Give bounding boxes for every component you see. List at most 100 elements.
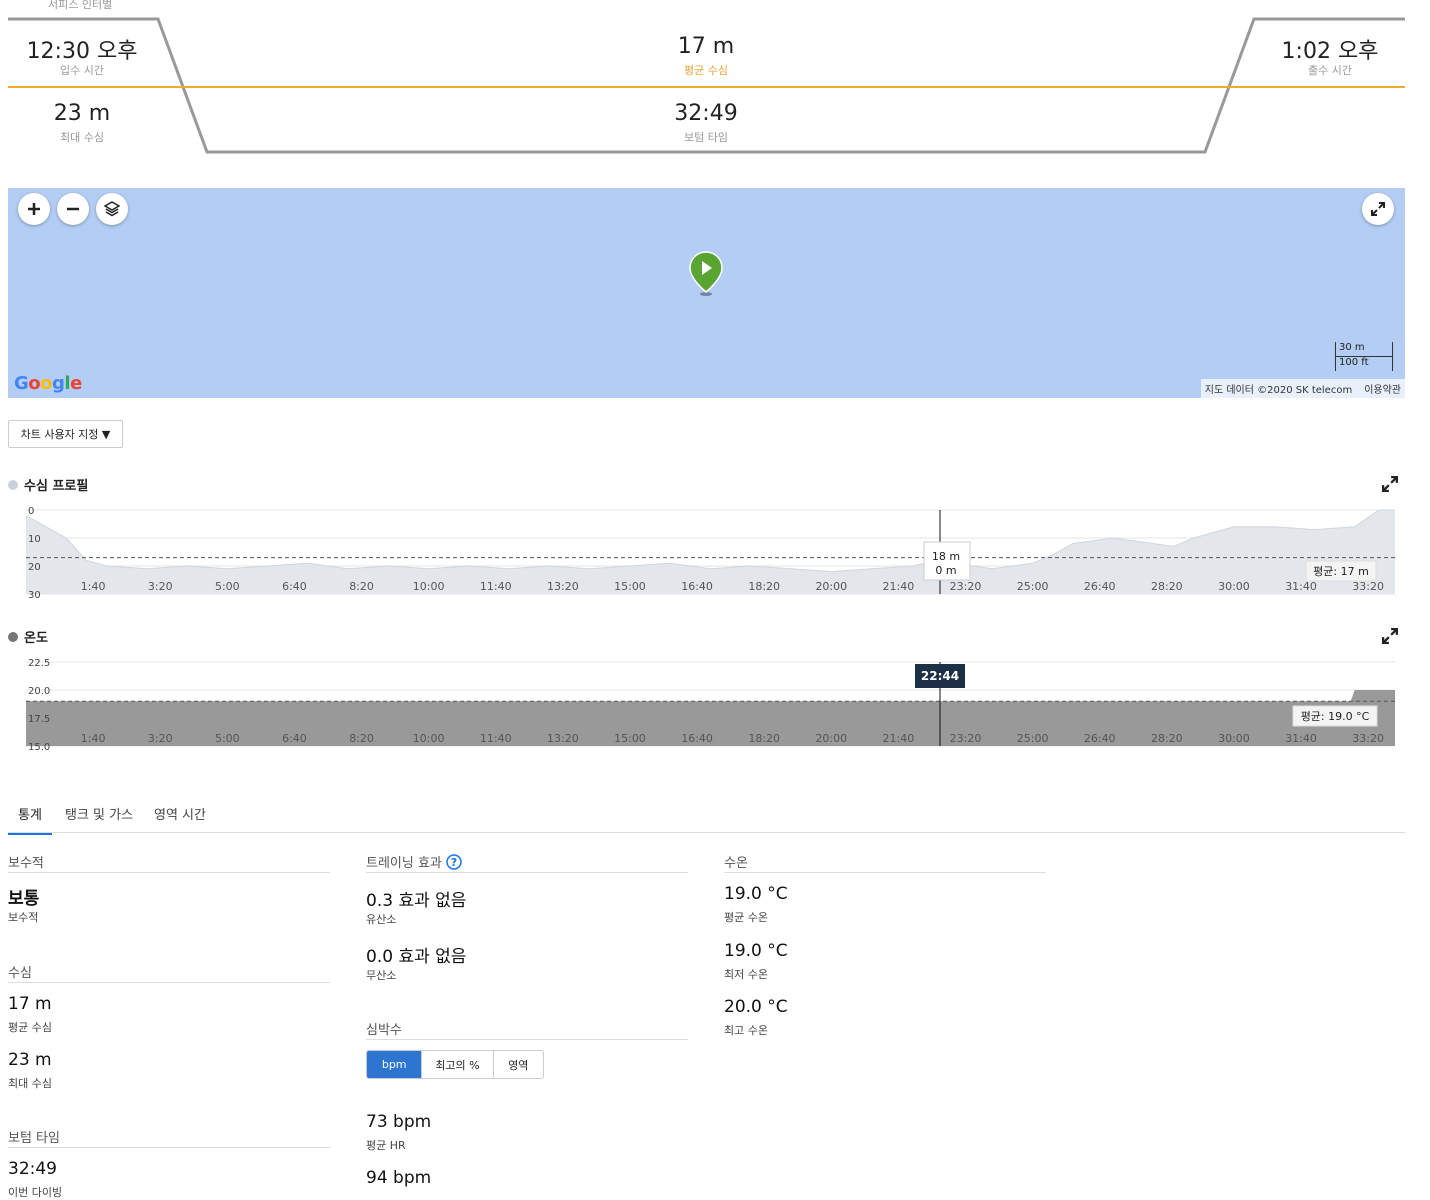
depth-y-tick: 10 <box>28 534 41 545</box>
entry-time: 12:30 오후 <box>26 39 138 64</box>
exit-time-label: 출수 시간 <box>1308 64 1352 77</box>
entry-time-label: 입수 시간 <box>60 64 104 77</box>
avg-hr-value: 73 bpm <box>366 1112 432 1132</box>
dive-summary: 서피스 인터벌 12:30 오후 입수 시간 17 m 평균 수심 1:02 오… <box>0 0 1430 170</box>
depth-x-tick: 1:40 <box>81 580 106 593</box>
anaerobic-effect-value: 0.0 효과 없음 <box>366 947 467 967</box>
bottom-time-header: 보텀 타임 <box>8 1127 330 1148</box>
temp-x-tick: 11:40 <box>480 732 512 745</box>
expand-icon <box>1371 202 1385 216</box>
heart-rate-unit-toggle: bpm 최고의 % 영역 <box>366 1050 544 1079</box>
depth-chart[interactable]: 0 10 20 30 1:40 3:20 5:00 6:40 8:20 10:00 11:40 13:… <box>0 500 1430 600</box>
temp-x-tick: 13:20 <box>547 732 579 745</box>
max-depth-label: 최대 수심 <box>60 131 104 144</box>
map-data-credit: 지도 데이터 ©2020 SK telecom <box>1204 385 1353 396</box>
surface-interval-label: 서피스 인터벌 <box>48 0 113 11</box>
depth-y-tick: 20 <box>28 562 41 573</box>
zoom-in-button[interactable] <box>18 193 50 225</box>
temp-x-tick: 16:40 <box>681 732 713 745</box>
depth-x-tick: 11:40 <box>480 580 512 593</box>
depth-tooltip-line1: 18 m <box>932 550 960 563</box>
dive-map[interactable]: 30 m 100 ft Google 지도 데이터 ©2020 SK telec… <box>8 188 1405 398</box>
avg-depth-caption: 평균 수심 <box>8 1021 52 1034</box>
layers-button[interactable] <box>96 193 128 225</box>
toggle-percent-max[interactable]: 최고의 % <box>422 1051 494 1078</box>
bottom-time-value: 32:49 <box>8 1159 57 1179</box>
min-water-temp-value: 19.0 °C <box>724 941 788 961</box>
temp-x-tick: 28:20 <box>1151 732 1183 745</box>
water-temp-header: 수온 <box>724 852 1046 873</box>
depth-legend-dot <box>8 479 18 490</box>
toggle-bpm[interactable]: bpm <box>367 1051 423 1078</box>
fullscreen-map-button[interactable] <box>1362 193 1394 225</box>
temp-y-tick: 20.0 <box>28 686 50 697</box>
temp-x-tick: 3:20 <box>148 732 173 745</box>
max-water-temp-caption: 최고 수온 <box>724 1024 768 1037</box>
temp-x-tick: 33:20 <box>1352 732 1384 745</box>
depth-x-tick: 3:20 <box>148 580 173 593</box>
depth-x-tick: 16:40 <box>681 580 713 593</box>
depth-header: 수심 <box>8 962 330 983</box>
bottom-time-label: 보텀 타임 <box>684 131 728 144</box>
depth-x-tick: 26:40 <box>1084 580 1116 593</box>
depth-x-tick: 28:20 <box>1151 580 1183 593</box>
avg-water-temp-value: 19.0 °C <box>724 884 788 904</box>
bottom-time: 32:49 <box>674 101 738 126</box>
temperature-legend-dot <box>8 631 18 642</box>
aerobic-effect-caption: 유산소 <box>366 913 397 926</box>
conservatism-caption: 보수적 <box>8 911 39 924</box>
google-logo: Google <box>14 373 82 394</box>
temperature-chart-expand-icon[interactable] <box>1382 628 1398 644</box>
depth-tooltip-line2: 0 m <box>935 564 956 577</box>
depth-chart-expand-icon[interactable] <box>1382 476 1398 492</box>
depth-average-label: 평균: 17 m <box>1313 565 1369 578</box>
temp-y-tick: 15.0 <box>28 742 50 750</box>
scale-imperial: 100 ft <box>1335 356 1393 371</box>
scale-metric: 30 m <box>1335 342 1393 356</box>
tab-zone-time[interactable]: 영역 시간 <box>154 796 206 833</box>
heart-rate-header: 심박수 <box>366 1019 688 1040</box>
dive-start-marker-icon[interactable] <box>688 250 724 298</box>
plus-icon <box>28 203 40 215</box>
bottom-time-caption: 이번 다이빙 <box>8 1186 63 1199</box>
temperature-chart[interactable]: 22.5 20.0 17.5 15.0 1:40 3:20 5:00 6:40 8:20 10:0… <box>0 650 1430 750</box>
temp-x-tick: 6:40 <box>282 732 307 745</box>
depth-x-tick: 13:20 <box>547 580 579 593</box>
temp-x-tick: 10:00 <box>413 732 445 745</box>
depth-x-tick: 31:40 <box>1285 580 1317 593</box>
stats-tabs: 통계 탱크 및 가스 영역 시간 <box>8 796 1405 835</box>
min-water-temp-caption: 최저 수온 <box>724 968 768 981</box>
temp-x-tick: 23:20 <box>950 732 982 745</box>
chart-customize-dropdown[interactable]: 차트 사용자 지정 ▼ <box>8 420 123 448</box>
max-depth: 23 m <box>53 101 111 126</box>
temp-x-tick: 25:00 <box>1017 732 1049 745</box>
temp-x-tick: 5:00 <box>215 732 240 745</box>
help-icon[interactable]: ? <box>446 854 462 870</box>
layers-icon <box>104 201 120 217</box>
temp-x-tick: 8:20 <box>349 732 374 745</box>
zoom-out-button[interactable] <box>57 193 89 225</box>
temp-x-tick: 1:40 <box>81 732 106 745</box>
depth-x-tick: 8:20 <box>349 580 374 593</box>
anaerobic-effect-caption: 무산소 <box>366 969 397 982</box>
avg-depth: 17 m <box>677 34 735 59</box>
depth-x-tick: 6:40 <box>282 580 307 593</box>
temp-average-label: 평균: 19.0 °C <box>1301 710 1370 723</box>
avg-hr-caption: 평균 HR <box>366 1139 406 1152</box>
terms-link[interactable]: 이용약관 <box>1364 381 1401 396</box>
avg-depth-label: 평균 수심 <box>684 64 728 77</box>
max-hr-value: 94 bpm <box>366 1168 432 1188</box>
temp-x-tick: 26:40 <box>1084 732 1116 745</box>
map-scale: 30 m 100 ft <box>1335 342 1393 371</box>
tab-tanks-gas[interactable]: 탱크 및 가스 <box>65 796 133 833</box>
temperature-chart-title: 온도 <box>8 627 48 646</box>
depth-x-tick: 21:40 <box>883 580 915 593</box>
temp-x-tick: 18:20 <box>748 732 780 745</box>
tab-stats[interactable]: 통계 <box>8 796 52 835</box>
toggle-zone[interactable]: 영역 <box>494 1051 543 1078</box>
training-effect-header-text: 트레이닝 효과 <box>366 856 442 871</box>
svg-text:?: ? <box>451 856 457 869</box>
max-water-temp-value: 20.0 °C <box>724 997 788 1017</box>
map-attribution: 지도 데이터 ©2020 SK telecom 이용약관 <box>1200 379 1405 398</box>
depth-x-tick: 5:00 <box>215 580 240 593</box>
